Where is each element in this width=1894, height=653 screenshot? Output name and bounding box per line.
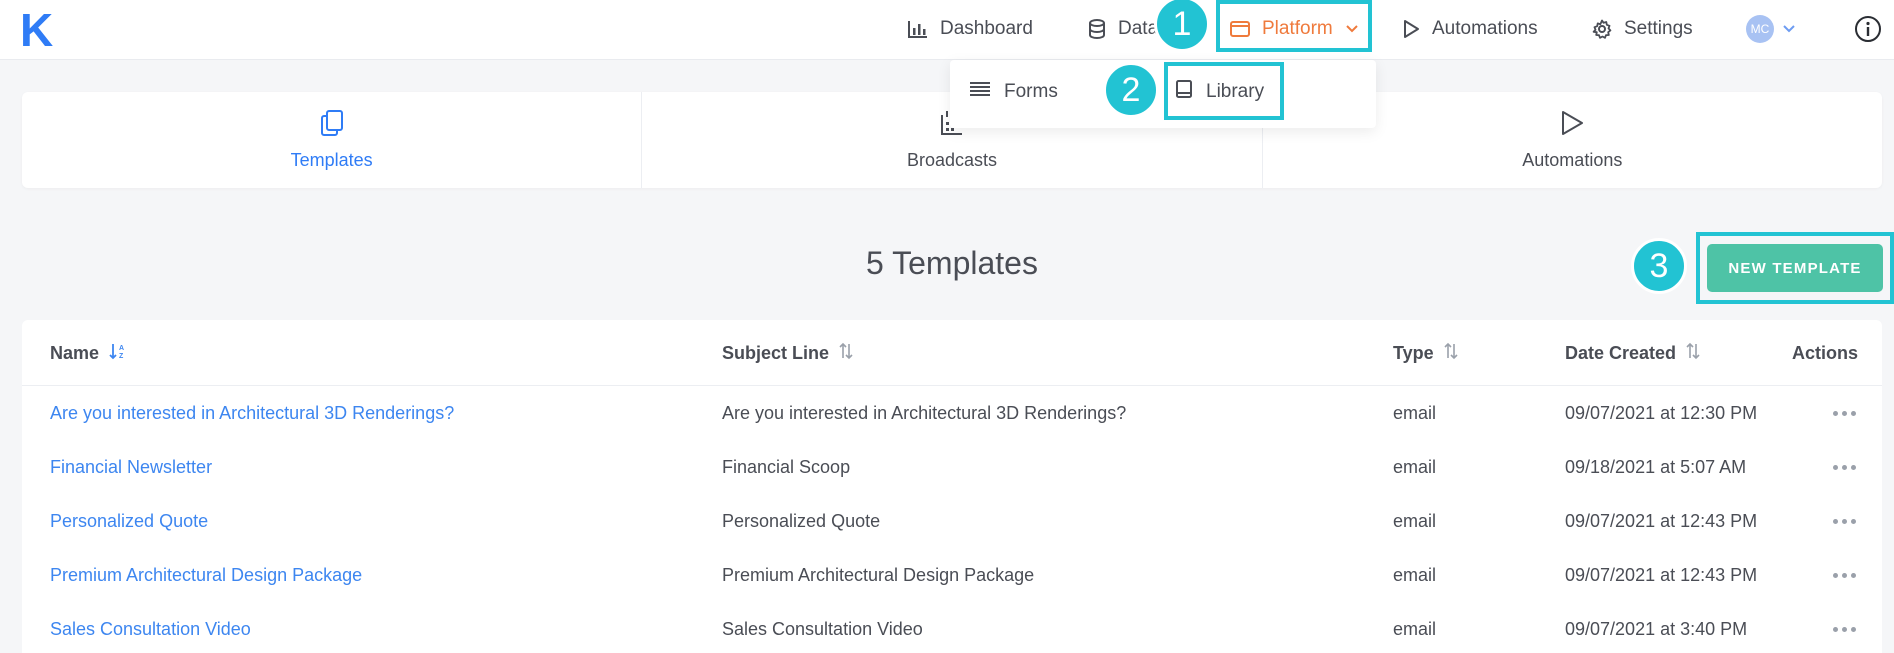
date-created-cell: 09/07/2021 at 12:43 PM (1565, 564, 1758, 585)
browser-window-icon (1230, 20, 1250, 38)
user-menu[interactable]: MC (1746, 0, 1796, 58)
sort-ascending-icon: AZ (109, 342, 127, 365)
play-icon (1402, 19, 1420, 39)
table-row: Are you interested in Architectural 3D R… (22, 386, 1882, 440)
step-badge-3: 3 (1631, 238, 1687, 294)
tab-broadcasts-label: Broadcasts (906, 150, 998, 170)
more-actions-icon[interactable] (1824, 602, 1864, 653)
list-icon (970, 81, 990, 103)
nav-automations-label: Automations (1432, 18, 1538, 39)
subject-line-cell: Are you interested in Architectural 3D R… (722, 402, 1127, 423)
date-created-cell: 09/18/2021 at 5:07 AM (1565, 456, 1747, 477)
chevron-down-icon (1345, 24, 1359, 34)
sort-icon (839, 342, 853, 365)
svg-text:Z: Z (119, 353, 124, 360)
date-created-cell: 09/07/2021 at 12:30 PM (1565, 402, 1758, 423)
template-name-link[interactable]: Personalized Quote (50, 494, 208, 548)
nav-dashboard-label: Dashboard (940, 18, 1033, 39)
template-name-link[interactable]: Sales Consultation Video (50, 602, 251, 653)
column-header-name[interactable]: Name AZ (50, 320, 127, 386)
menu-item-library-label: Library (1206, 81, 1265, 102)
type-cell: email (1393, 402, 1437, 423)
column-header-subject-label: Subject Line (722, 342, 830, 363)
nav-automations[interactable]: Automations (1402, 0, 1538, 58)
subject-line-cell: Personalized Quote (722, 510, 881, 531)
template-name-link[interactable]: Financial Newsletter (50, 440, 212, 494)
column-header-subject[interactable]: Subject Line (722, 320, 853, 386)
column-header-name-label: Name (50, 342, 100, 363)
table-row: Premium Architectural Design Package Pre… (22, 548, 1882, 602)
more-actions-icon[interactable] (1824, 440, 1864, 494)
platform-dropdown-menu: Forms Library (950, 60, 1376, 128)
column-header-actions: Actions (1792, 342, 1859, 363)
info-icon (1854, 15, 1882, 43)
app-logo[interactable]: K (20, 6, 53, 54)
nav-data[interactable]: Data (1088, 0, 1158, 58)
menu-item-forms[interactable]: Forms (970, 60, 1058, 124)
more-actions-icon[interactable] (1824, 548, 1864, 602)
play-icon (1559, 109, 1585, 142)
template-name-link[interactable]: Premium Architectural Design Package (50, 548, 362, 602)
nav-settings[interactable]: Settings (1592, 0, 1693, 58)
book-icon (1176, 80, 1192, 104)
table-row: Financial Newsletter Financial Scoop ema… (22, 440, 1882, 494)
more-actions-icon[interactable] (1824, 386, 1864, 440)
tab-templates[interactable]: Templates (22, 92, 643, 188)
tab-templates-label: Templates (290, 150, 373, 170)
column-header-date-label: Date Created (1565, 342, 1677, 363)
svg-text:A: A (119, 345, 124, 352)
help-info-button[interactable] (1854, 0, 1882, 58)
column-header-type[interactable]: Type (1393, 320, 1458, 386)
table-header: Name AZ Subject Line Type Date Created A… (22, 320, 1882, 386)
top-navigation-bar: K Dashboard Data Platform Automations Se… (0, 0, 1894, 60)
more-actions-icon[interactable] (1824, 494, 1864, 548)
tab-automations-label: Automations (1522, 150, 1623, 170)
nav-data-label: Data (1118, 18, 1158, 39)
new-template-button[interactable]: NEW TEMPLATE (1707, 244, 1883, 292)
nav-platform[interactable]: Platform (1230, 0, 1359, 58)
type-cell: email (1393, 564, 1437, 585)
avatar: MC (1746, 15, 1774, 43)
table-row: Personalized Quote Personalized Quote em… (22, 494, 1882, 548)
sort-icon (1686, 342, 1700, 365)
templates-table: Name AZ Subject Line Type Date Created A… (22, 320, 1882, 653)
gear-icon (1592, 19, 1612, 39)
template-name-link[interactable]: Are you interested in Architectural 3D R… (50, 386, 454, 440)
sort-icon (1444, 342, 1458, 365)
nav-platform-label: Platform (1262, 18, 1333, 39)
table-row: Sales Consultation Video Sales Consultat… (22, 602, 1882, 653)
menu-item-library[interactable]: Library (1176, 60, 1264, 124)
nav-settings-label: Settings (1624, 18, 1693, 39)
subject-line-cell: Premium Architectural Design Package (722, 564, 1035, 585)
copy-documents-icon (319, 109, 345, 142)
bar-chart-icon (908, 20, 928, 38)
type-cell: email (1393, 510, 1437, 531)
page-title: 5 Templates (866, 245, 1038, 281)
type-cell: email (1393, 456, 1437, 477)
column-header-date-created[interactable]: Date Created (1565, 320, 1700, 386)
type-cell: email (1393, 618, 1437, 639)
date-created-cell: 09/07/2021 at 3:40 PM (1565, 618, 1748, 639)
date-created-cell: 09/07/2021 at 12:43 PM (1565, 510, 1758, 531)
menu-item-forms-label: Forms (1004, 81, 1058, 102)
column-header-type-label: Type (1393, 342, 1434, 363)
database-icon (1088, 19, 1106, 39)
subject-line-cell: Sales Consultation Video (722, 618, 923, 639)
subject-line-cell: Financial Scoop (722, 456, 851, 477)
step-badge-2: 2 (1103, 62, 1159, 118)
chevron-down-icon (1782, 24, 1796, 34)
nav-dashboard[interactable]: Dashboard (908, 0, 1033, 58)
